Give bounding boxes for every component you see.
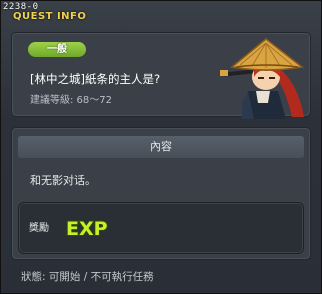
exp-icon: EXP <box>65 217 109 241</box>
quest-info-window: 2238-0 QUEST INFO 一般 [林中之城]紙条的主人是? 建議等級:… <box>0 0 322 294</box>
quest-type-badge: 一般 <box>28 42 86 57</box>
window-title: QUEST INFO <box>13 11 87 22</box>
quest-summary-panel: 一般 [林中之城]紙条的主人是? 建議等級: 68～72 <box>11 32 311 119</box>
reward-box: 獎勵 EXP <box>18 202 304 254</box>
npc-portrait-icon <box>220 38 304 119</box>
recommended-level: 建議等級: 68～72 <box>30 95 112 106</box>
content-text: 和无影对话。 <box>30 174 96 187</box>
quest-status: 狀態: 可開始 / 不可執行任務 <box>21 271 154 283</box>
exp-text: EXP <box>66 218 108 240</box>
quest-name: [林中之城]紙条的主人是? <box>30 72 161 86</box>
content-header: 內容 <box>18 136 304 158</box>
reward-label: 獎勵 <box>29 223 49 234</box>
quest-content-panel: 內容 和无影对话。 獎勵 EXP <box>11 127 311 260</box>
